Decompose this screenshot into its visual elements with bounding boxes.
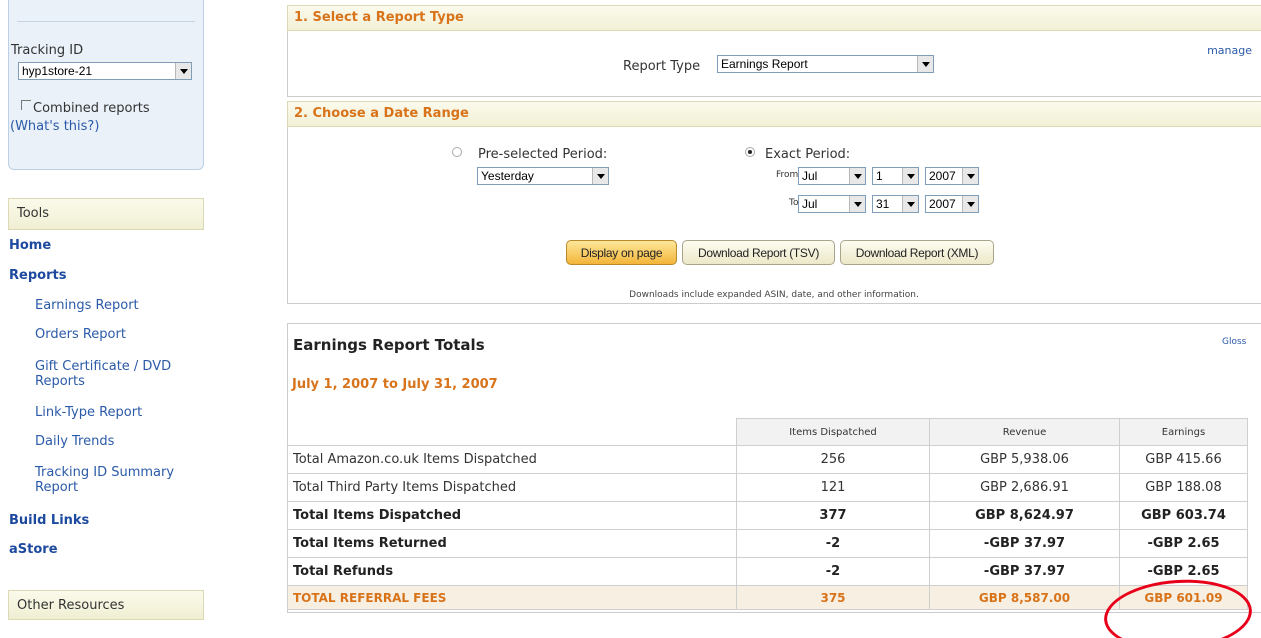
tracking-id-select[interactable]: hyp1store-21: [18, 62, 192, 80]
display-on-page-button[interactable]: Display on page: [566, 240, 677, 265]
download-tsv-button[interactable]: Download Report (TSV): [682, 240, 835, 265]
chevron-down-icon: [849, 196, 865, 212]
row-items: 377: [736, 501, 930, 530]
to-day-select[interactable]: 31: [872, 195, 919, 213]
preselected-period-value: Yesterday: [481, 169, 534, 183]
nav-link-type-report[interactable]: Link-Type Report: [35, 405, 205, 420]
tracking-id-select-value: hyp1store-21: [22, 64, 93, 78]
row-label: Total Amazon.co.uk Items Dispatched: [287, 445, 737, 474]
chevron-down-icon: [175, 63, 191, 79]
chevron-down-icon: [962, 196, 978, 212]
downloads-note: Downloads include expanded ASIN, date, a…: [629, 290, 919, 300]
exact-period-radio[interactable]: [745, 147, 755, 157]
nav-gift-certificate-reports[interactable]: Gift Certificate / DVD Reports: [35, 359, 205, 389]
table-row-referral-fees: TOTAL REFERRAL FEES 375 GBP 8,587.00 GBP…: [287, 585, 1248, 610]
chevron-down-icon: [962, 168, 978, 184]
chevron-down-icon: [902, 168, 918, 184]
other-resources-header: Other Resources: [8, 590, 204, 620]
nav-build-links[interactable]: Build Links: [9, 513, 89, 528]
row-items: 121: [736, 473, 930, 502]
combined-reports-checkbox[interactable]: [21, 100, 31, 110]
row-earnings: GBP 188.08: [1119, 473, 1248, 502]
divider: [17, 21, 195, 22]
nav-reports[interactable]: Reports: [9, 268, 66, 283]
glossary-link[interactable]: Gloss: [1222, 337, 1246, 347]
section-date-range-header: 2. Choose a Date Range: [287, 101, 1261, 127]
from-day-select[interactable]: 1: [872, 167, 919, 185]
preselected-period-radio[interactable]: [452, 147, 462, 157]
whats-this-link[interactable]: (What's this?): [10, 119, 99, 134]
row-label: Total Third Party Items Dispatched: [287, 473, 737, 502]
report-type-label: Report Type: [623, 59, 701, 74]
table-header-row: Items Dispatched Revenue Earnings: [287, 418, 1248, 446]
row-items: 375: [736, 585, 930, 610]
table-row: Total Amazon.co.uk Items Dispatched 256 …: [287, 445, 1248, 474]
column-header-items: Items Dispatched: [736, 418, 930, 446]
row-revenue: GBP 5,938.06: [929, 445, 1120, 474]
row-items: -2: [736, 557, 930, 586]
tools-header: Tools: [8, 198, 204, 230]
totals-date-range: July 1, 2007 to July 31, 2007: [292, 377, 498, 392]
from-label: From: [776, 170, 799, 180]
table-row: Total Items Returned -2 -GBP 37.97 -GBP …: [287, 529, 1248, 558]
to-month-value: Jul: [802, 197, 818, 211]
nav-orders-report[interactable]: Orders Report: [35, 327, 205, 342]
table-row: Total Refunds -2 -GBP 37.97 -GBP 2.65: [287, 557, 1248, 586]
report-type-select-value: Earnings Report: [721, 57, 808, 71]
row-earnings: -GBP 2.65: [1119, 529, 1248, 558]
row-earnings: GBP 415.66: [1119, 445, 1248, 474]
preselected-period-select[interactable]: Yesterday: [477, 167, 609, 185]
preselected-period-label: Pre-selected Period:: [478, 147, 608, 162]
to-year-select[interactable]: 2007: [925, 195, 979, 213]
from-month-value: Jul: [802, 169, 818, 183]
to-month-select[interactable]: Jul: [798, 195, 866, 213]
row-earnings: GBP 603.74: [1119, 501, 1248, 530]
report-type-select[interactable]: Earnings Report: [717, 55, 934, 73]
nav-daily-trends[interactable]: Daily Trends: [35, 434, 205, 449]
row-items: 256: [736, 445, 930, 474]
nav-tracking-id-summary[interactable]: Tracking ID Summary Report: [35, 465, 205, 495]
from-day-value: 1: [876, 169, 883, 183]
column-header-earnings: Earnings: [1119, 418, 1248, 446]
row-label: Total Items Returned: [287, 529, 737, 558]
section-report-type-header: 1. Select a Report Type: [287, 5, 1261, 31]
from-year-select[interactable]: 2007: [925, 167, 979, 185]
chevron-down-icon: [902, 196, 918, 212]
table-row: Total Items Dispatched 377 GBP 8,624.97 …: [287, 501, 1248, 530]
tracking-id-label: Tracking ID: [11, 43, 84, 58]
nav-earnings-report[interactable]: Earnings Report: [35, 298, 205, 313]
row-revenue: GBP 8,624.97: [929, 501, 1120, 530]
from-month-select[interactable]: Jul: [798, 167, 866, 185]
to-day-value: 31: [876, 197, 890, 211]
column-header-revenue: Revenue: [929, 418, 1120, 446]
combined-reports-label: Combined reports: [33, 101, 150, 116]
tracking-id-panel: [8, 0, 204, 170]
to-year-value: 2007: [929, 197, 956, 211]
row-revenue: -GBP 37.97: [929, 529, 1120, 558]
nav-astore[interactable]: aStore: [9, 542, 58, 557]
row-revenue: GBP 8,587.00: [929, 585, 1120, 610]
row-revenue: GBP 2,686.91: [929, 473, 1120, 502]
totals-table: Items Dispatched Revenue Earnings Total …: [287, 418, 1248, 610]
row-label: TOTAL REFERRAL FEES: [287, 585, 737, 610]
row-label: Total Refunds: [287, 557, 737, 586]
nav-home[interactable]: Home: [9, 238, 51, 253]
totals-title: Earnings Report Totals: [293, 336, 485, 354]
chevron-down-icon: [849, 168, 865, 184]
from-year-value: 2007: [929, 169, 956, 183]
row-revenue: -GBP 37.97: [929, 557, 1120, 586]
download-xml-button[interactable]: Download Report (XML): [840, 240, 994, 265]
row-items: -2: [736, 529, 930, 558]
exact-period-label: Exact Period:: [765, 147, 851, 162]
table-row: Total Third Party Items Dispatched 121 G…: [287, 473, 1248, 502]
table-header-blank: [287, 418, 737, 446]
chevron-down-icon: [592, 168, 608, 184]
chevron-down-icon: [917, 56, 933, 72]
row-label: Total Items Dispatched: [287, 501, 737, 530]
